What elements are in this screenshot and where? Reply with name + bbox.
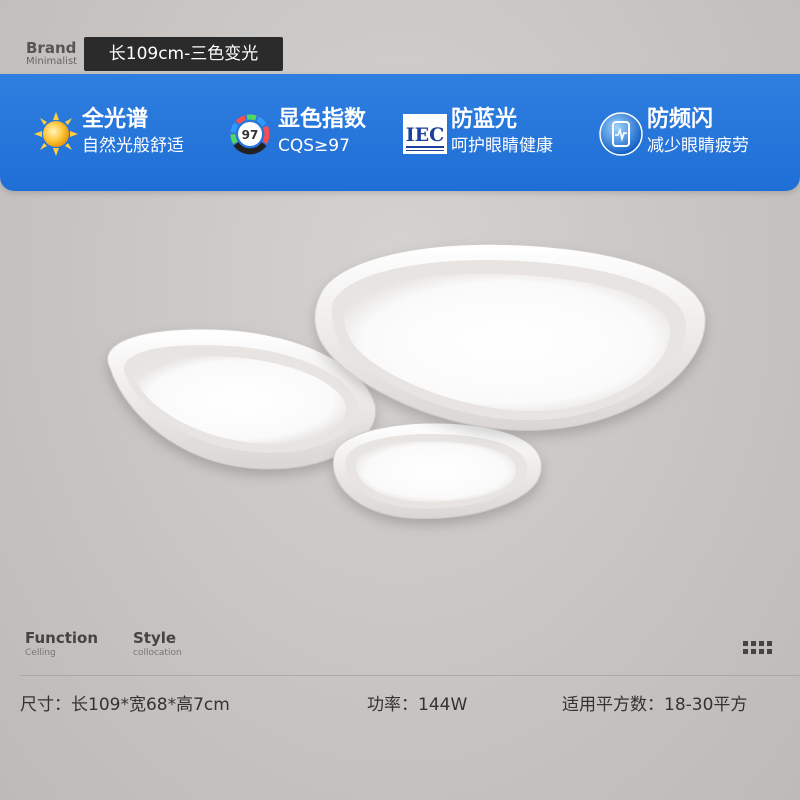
- spec-power: 功率：144W: [367, 695, 468, 715]
- lamp-bottom-ring: [332, 422, 542, 520]
- function-label: Function Celling: [25, 629, 98, 659]
- cqs-gauge-icon: 97: [230, 114, 270, 155]
- iec-logo-icon: IEC: [403, 114, 447, 154]
- style-label: Style collocation: [133, 629, 182, 659]
- feature-title: 防频闪: [647, 107, 714, 132]
- feature-subtitle: 呵护眼睛健康: [451, 136, 553, 156]
- feature-subtitle: 自然光般舒适: [82, 136, 184, 156]
- style-subtitle: collocation: [133, 648, 182, 658]
- feature-title: 全光谱: [82, 107, 149, 132]
- feature-title: 显色指数: [278, 107, 367, 132]
- feature-banner: 全光谱 自然光般舒适 97 显色指数 CQS≥97 IEC 防蓝光 呵护眼睛健康: [0, 74, 800, 191]
- function-subtitle: Celling: [25, 648, 56, 658]
- model-tag: 长109cm-三色变光: [84, 37, 283, 71]
- feature-subtitle: CQS≥97: [278, 136, 350, 156]
- iec-logo-text: IEC: [406, 124, 445, 146]
- gauge-value: 97: [242, 128, 259, 142]
- brand-subtitle: Minimalist: [26, 56, 78, 67]
- style-title: Style: [133, 629, 177, 647]
- sun-icon: [34, 112, 78, 156]
- feature-subtitle: 减少眼睛疲劳: [647, 136, 749, 156]
- brand-block: Brand Minimalist: [26, 40, 86, 68]
- spec-size: 尺寸：长109*宽68*高7cm: [20, 695, 230, 715]
- divider: [20, 675, 800, 676]
- ceiling-lamp-image: [107, 243, 706, 520]
- function-title: Function: [25, 629, 99, 647]
- brand-title: Brand: [26, 39, 77, 57]
- spec-area: 适用平方数：18-30平方: [562, 695, 748, 715]
- feature-title: 防蓝光: [451, 107, 518, 132]
- grid-dots-icon: [743, 641, 775, 655]
- flicker-free-icon: [599, 112, 643, 156]
